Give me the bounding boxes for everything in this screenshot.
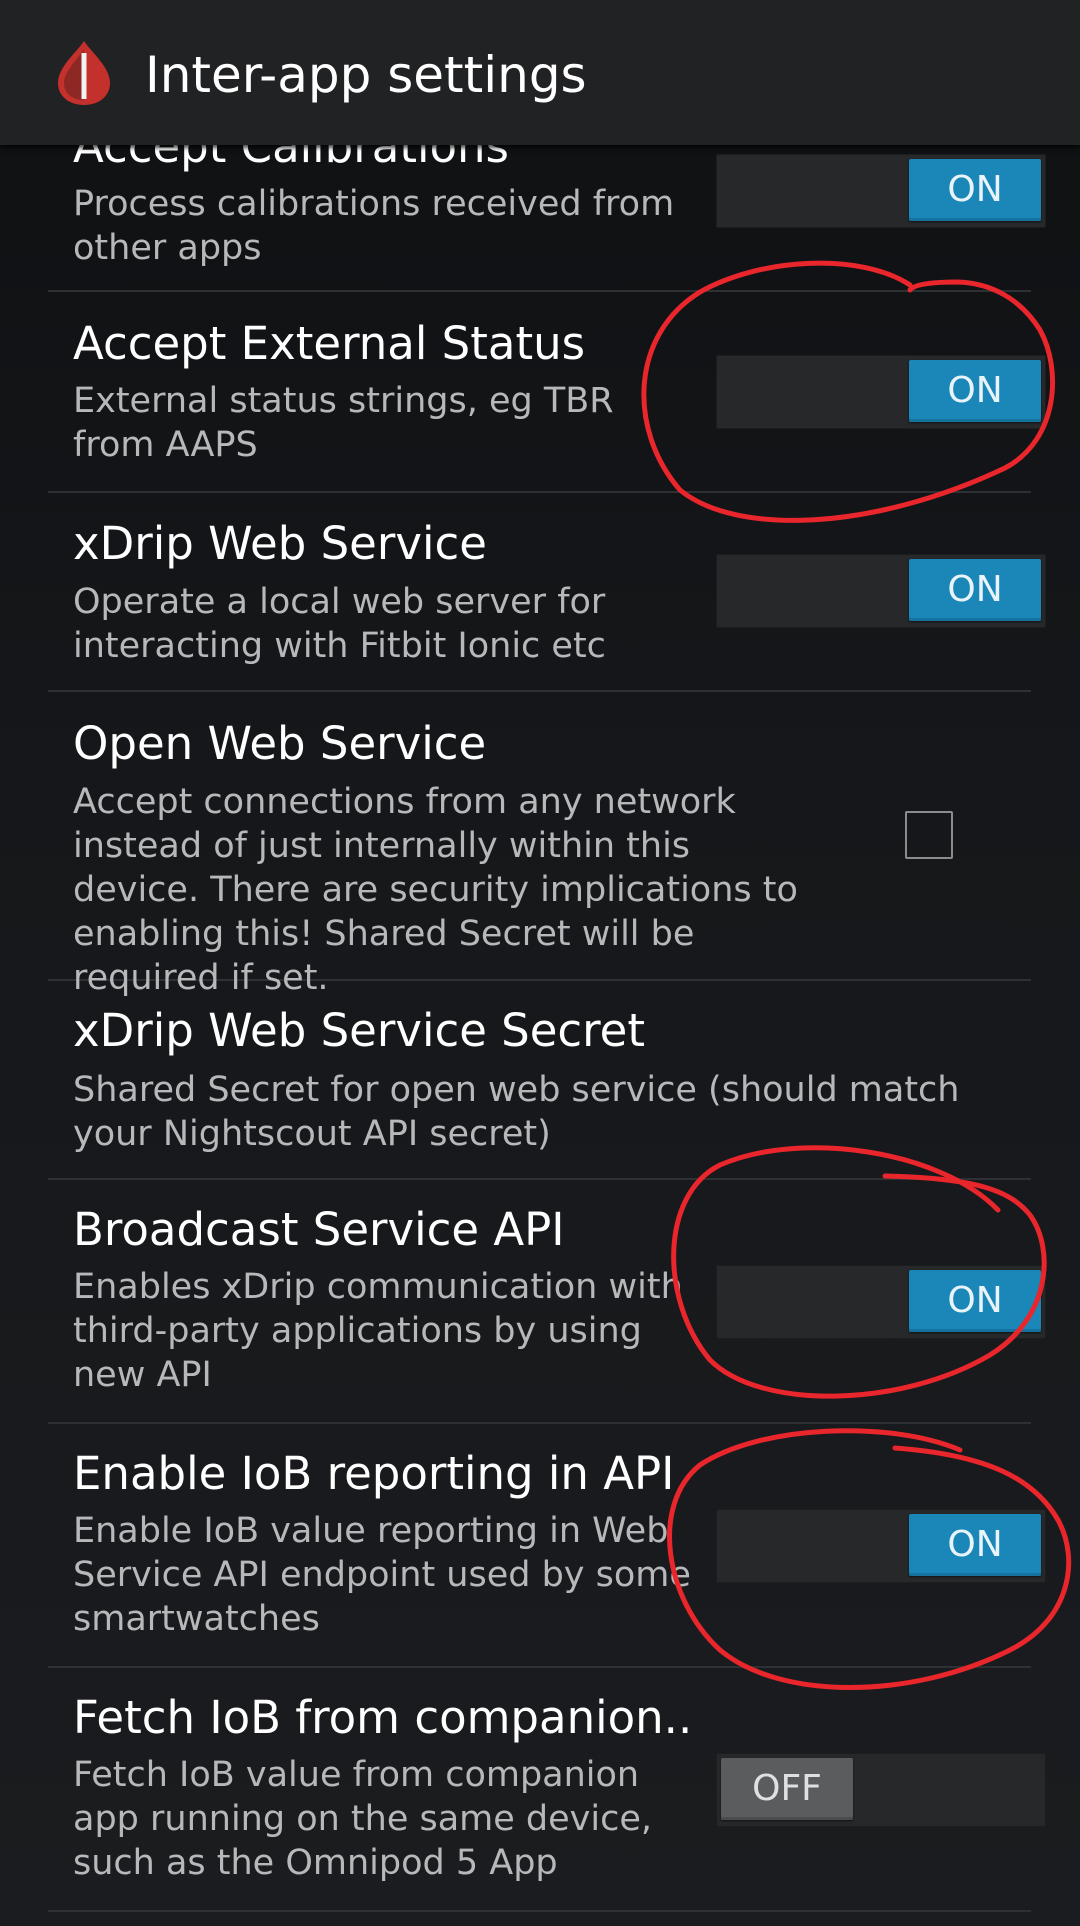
switch-thumb: ON bbox=[909, 360, 1041, 422]
switch-thumb: ON bbox=[909, 559, 1041, 621]
pref-summary: Process calibrations received from other… bbox=[73, 184, 675, 268]
pref-summary: Operate a local web server for interacti… bbox=[73, 582, 606, 666]
pref-accept-external-status[interactable]: Accept External Status External status s… bbox=[48, 291, 1046, 493]
pref-title: Broadcast Service API bbox=[73, 1203, 565, 1256]
pref-summary: Fetch IoB value from companion app runni… bbox=[73, 1755, 653, 1883]
blood-drop-icon[interactable] bbox=[54, 39, 114, 107]
switch-xdrip-web-service[interactable]: ON bbox=[716, 554, 1046, 628]
pref-summary: Enables xDrip communication with third-p… bbox=[73, 1267, 683, 1395]
pref-title: Accept External Status bbox=[73, 317, 586, 370]
switch-thumb: ON bbox=[909, 159, 1041, 221]
switch-thumb: ON bbox=[909, 1270, 1041, 1332]
pref-open-web-service[interactable]: Open Web Service Accept connections from… bbox=[48, 691, 1031, 998]
switch-fetch-iob-from-companion[interactable]: OFF bbox=[716, 1753, 1046, 1827]
switch-enable-iob-reporting[interactable]: ON bbox=[716, 1509, 1046, 1583]
pref-title: xDrip Web Service bbox=[73, 517, 487, 570]
switch-thumb: OFF bbox=[721, 1758, 853, 1820]
pref-summary: External status strings, eg TBR from AAP… bbox=[73, 381, 614, 465]
app-title: Inter-app settings bbox=[145, 46, 587, 104]
switch-accept-external-status[interactable]: ON bbox=[716, 355, 1046, 429]
switch-broadcast-service-api[interactable]: ON bbox=[716, 1265, 1046, 1339]
pref-title: xDrip Web Service Secret bbox=[73, 1004, 646, 1057]
pref-xdrip-web-service[interactable]: xDrip Web Service Operate a local web se… bbox=[48, 492, 1046, 692]
open-web-service-checkbox[interactable] bbox=[905, 811, 953, 859]
settings-screen: Accept Calibrations Process calibrations… bbox=[0, 0, 1080, 1926]
pref-broadcast-service-api[interactable]: Broadcast Service API Enables xDrip comm… bbox=[48, 1179, 1046, 1424]
action-bar: Inter-app settings bbox=[0, 0, 1080, 145]
pref-enable-iob-reporting[interactable]: Enable IoB reporting in API Enable IoB v… bbox=[48, 1423, 1046, 1668]
pref-summary: Enable IoB value reporting in Web Servic… bbox=[73, 1511, 691, 1639]
switch-accept-calibrations[interactable]: ON bbox=[716, 154, 1046, 228]
pref-title: Open Web Service bbox=[73, 717, 487, 770]
pref-title: Fetch IoB from companion.. bbox=[73, 1691, 693, 1744]
pref-summary: Accept connections from any network inst… bbox=[73, 782, 798, 998]
switch-thumb: ON bbox=[909, 1514, 1041, 1576]
pref-summary: Shared Secret for open web service (shou… bbox=[73, 1070, 960, 1154]
pref-fetch-iob-from-companion[interactable]: Fetch IoB from companion.. Fetch IoB val… bbox=[48, 1667, 1046, 1912]
pref-title: Enable IoB reporting in API bbox=[73, 1447, 675, 1500]
pref-xdrip-web-service-secret[interactable]: xDrip Web Service Secret Shared Secret f… bbox=[48, 980, 1031, 1180]
